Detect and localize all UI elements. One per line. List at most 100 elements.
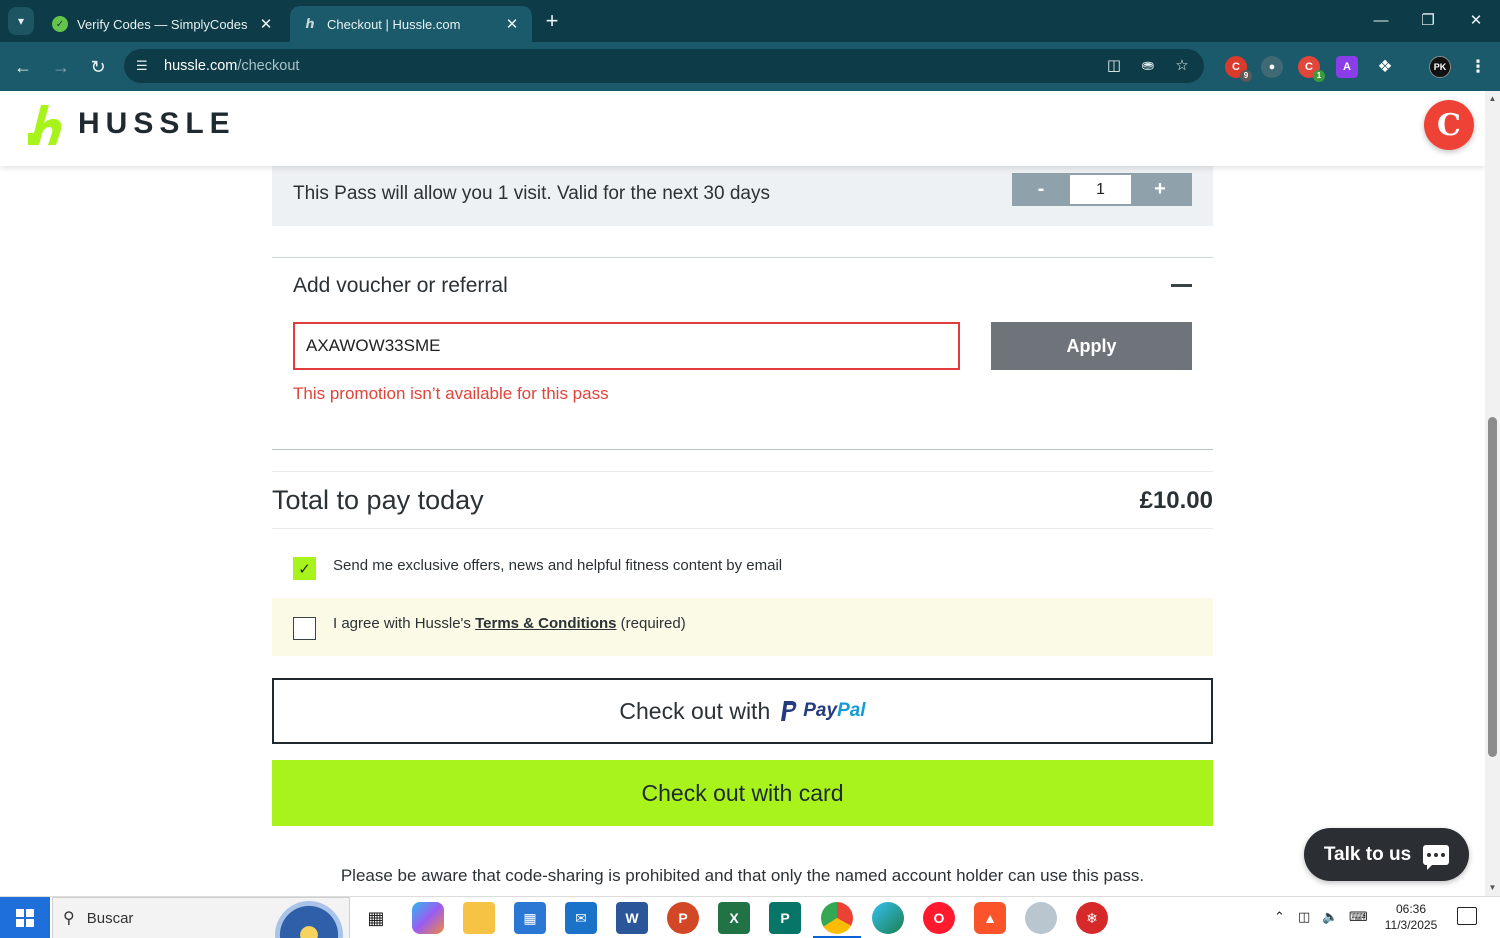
windows-logo-icon <box>16 909 34 927</box>
pass-description: This Pass will allow you 1 visit. Valid … <box>293 183 770 204</box>
install-app-icon[interactable]: ◫ <box>1105 57 1123 75</box>
task-view-icon[interactable]: ▦ <box>360 902 392 934</box>
tray-chevron-up-icon[interactable]: ⌃ <box>1274 909 1285 925</box>
paypal-logo-icon <box>781 701 797 721</box>
app-satellite-icon[interactable] <box>1025 902 1057 934</box>
checkmark-icon: ✓ <box>298 560 311 578</box>
network-icon[interactable]: ◫ <box>1298 909 1310 925</box>
tab-close-icon[interactable]: ✕ <box>258 15 274 33</box>
search-highlight-image <box>275 901 343 938</box>
extension-badge: 9 <box>1240 70 1252 82</box>
tab-search-chevron-down-icon[interactable]: ▾ <box>8 7 34 35</box>
terms-conditions-link[interactable]: Terms & Conditions <box>475 615 616 632</box>
reload-icon[interactable]: ↻ <box>85 54 111 80</box>
edge-icon[interactable] <box>872 902 904 934</box>
taskbar-search-label: Buscar <box>86 909 134 927</box>
copilot-icon[interactable] <box>412 902 444 934</box>
terms-checkbox[interactable] <box>293 617 316 640</box>
file-explorer-icon[interactable] <box>463 902 495 934</box>
brave-icon[interactable]: ▲ <box>974 902 1006 934</box>
start-button[interactable] <box>0 897 50 938</box>
tab-title: Verify Codes — SimplyCodes <box>77 16 248 32</box>
browser-toolbar: ← → ↻ ☰ hussle.com/checkout ◫ ⛂ ☆ C9 ● C… <box>0 42 1500 91</box>
bookmark-star-icon[interactable]: ☆ <box>1173 57 1191 75</box>
page-scrollbar[interactable]: ▲ ▼ <box>1485 91 1500 896</box>
minimize-icon[interactable]: — <box>1366 9 1396 33</box>
offers-label: Send me exclusive offers, news and helpf… <box>333 557 783 574</box>
scroll-down-arrow-icon[interactable]: ▼ <box>1488 883 1497 892</box>
taskbar-clock[interactable]: 06:36 11/3/2025 <box>1380 901 1442 933</box>
chrome-icon[interactable] <box>821 902 853 934</box>
extension-puzzle-gray-icon[interactable]: ● <box>1261 56 1283 78</box>
browser-menu-icon[interactable]: ⋮ <box>1467 56 1489 78</box>
divider <box>272 528 1213 529</box>
extension-red-icon[interactable]: C9 <box>1225 56 1252 82</box>
total-label: Total to pay today <box>272 485 484 515</box>
search-icon: ⚲ <box>63 910 75 927</box>
checkout-paypal-button[interactable]: Check out with Pay Pal <box>272 678 1213 744</box>
quantity-value[interactable]: 1 <box>1070 175 1131 204</box>
quantity-increment-button[interactable]: + <box>1131 178 1189 201</box>
tab-hussle-checkout[interactable]: ℎ Checkout | Hussle.com ✕ <box>290 6 532 42</box>
tab-close-icon[interactable]: ✕ <box>504 15 520 33</box>
clock-time: 06:36 <box>1395 902 1427 916</box>
simplycodes-favicon-icon: ✓ <box>52 16 68 32</box>
word-icon[interactable]: W <box>616 902 648 934</box>
extension-a-icon[interactable]: A <box>1336 56 1358 78</box>
forward-arrow-icon[interactable]: → <box>48 54 74 80</box>
talk-to-us-button[interactable]: Talk to us <box>1304 828 1469 881</box>
scrollbar-thumb[interactable] <box>1488 417 1497 757</box>
url-host: hussle.com <box>164 58 238 74</box>
opera-icon[interactable]: O <box>923 902 955 934</box>
quantity-decrement-button[interactable]: - <box>1012 178 1070 201</box>
tab-title: Checkout | Hussle.com <box>327 16 461 32</box>
powerpoint-icon[interactable]: P <box>667 902 699 934</box>
hussle-logo-icon[interactable] <box>28 103 70 147</box>
total-amount: £10.00 <box>1139 487 1213 514</box>
apply-voucher-button[interactable]: Apply <box>991 322 1192 370</box>
hussle-logo-text[interactable]: HUSSLE <box>78 107 236 141</box>
hussle-favicon-icon: ℎ <box>305 16 315 31</box>
voucher-section-title[interactable]: Add voucher or referral <box>293 274 508 298</box>
translate-icon[interactable]: ⛂ <box>1139 57 1157 75</box>
paypal-brand-pay: Pay <box>803 700 838 721</box>
restore-icon[interactable]: ❐ <box>1413 9 1443 33</box>
address-bar[interactable]: ☰ hussle.com/checkout ◫ ⛂ ☆ <box>124 49 1204 83</box>
voucher-error-message: This promotion isn’t available for this … <box>293 384 609 403</box>
mail-icon[interactable]: ✉ <box>565 902 597 934</box>
offers-checkbox[interactable]: ✓ <box>293 557 316 580</box>
cashback-extension-badge-icon[interactable]: C <box>1424 100 1474 150</box>
tab-simplycodes[interactable]: ✓ Verify Codes — SimplyCodes ✕ <box>40 6 286 42</box>
taskbar-search[interactable]: ⚲ Buscar <box>52 897 350 938</box>
microsoft-store-icon[interactable]: ▦ <box>514 902 546 934</box>
checkout-card-button[interactable]: Check out with card <box>272 760 1213 826</box>
profile-avatar[interactable]: PK <box>1429 56 1451 78</box>
keyboard-icon[interactable]: ⌨ <box>1349 909 1368 925</box>
new-tab-plus-icon[interactable]: + <box>540 9 564 33</box>
extensions-puzzle-icon[interactable]: ❖ <box>1374 56 1396 78</box>
checkout-page: HUSSLE C This Pass will allow you 1 visi… <box>0 91 1485 896</box>
paypal-button-label: Check out with <box>619 697 771 724</box>
terms-label: I agree with Hussle's Terms & Conditions… <box>333 615 686 632</box>
excel-icon[interactable]: X <box>718 902 750 934</box>
clock-date: 11/3/2025 <box>1384 918 1438 932</box>
site-info-icon[interactable]: ☰ <box>136 58 164 74</box>
voucher-code-input[interactable] <box>293 322 960 370</box>
extension-coupon-icon[interactable]: C1 <box>1298 56 1325 82</box>
talk-to-us-label: Talk to us <box>1323 843 1412 865</box>
notifications-icon[interactable] <box>1457 907 1477 925</box>
collapse-minus-icon[interactable] <box>1171 284 1192 287</box>
chat-bubble-icon <box>1423 844 1450 870</box>
browser-tabstrip: ▾ ✓ Verify Codes — SimplyCodes ✕ ℎ Check… <box>0 0 1500 42</box>
app-red-icon[interactable]: ❄ <box>1076 902 1108 934</box>
back-arrow-icon[interactable]: ← <box>10 54 36 80</box>
publisher-icon[interactable]: P <box>769 902 801 934</box>
site-header: HUSSLE C <box>0 91 1485 166</box>
windows-taskbar: ⚲ Buscar ▦ ▦ ✉ W P X P O ▲ ❄ ⌃ ◫ 🔈 ⌨ 06:… <box>0 896 1500 938</box>
terms-prefix: I agree with Hussle's <box>333 615 476 632</box>
code-sharing-disclaimer: Please be aware that code-sharing is pro… <box>340 866 1145 885</box>
close-window-icon[interactable]: ✕ <box>1461 9 1491 33</box>
volume-icon[interactable]: 🔈 <box>1322 909 1338 925</box>
scroll-up-arrow-icon[interactable]: ▲ <box>1488 94 1497 103</box>
terms-suffix: (required) <box>616 615 686 632</box>
